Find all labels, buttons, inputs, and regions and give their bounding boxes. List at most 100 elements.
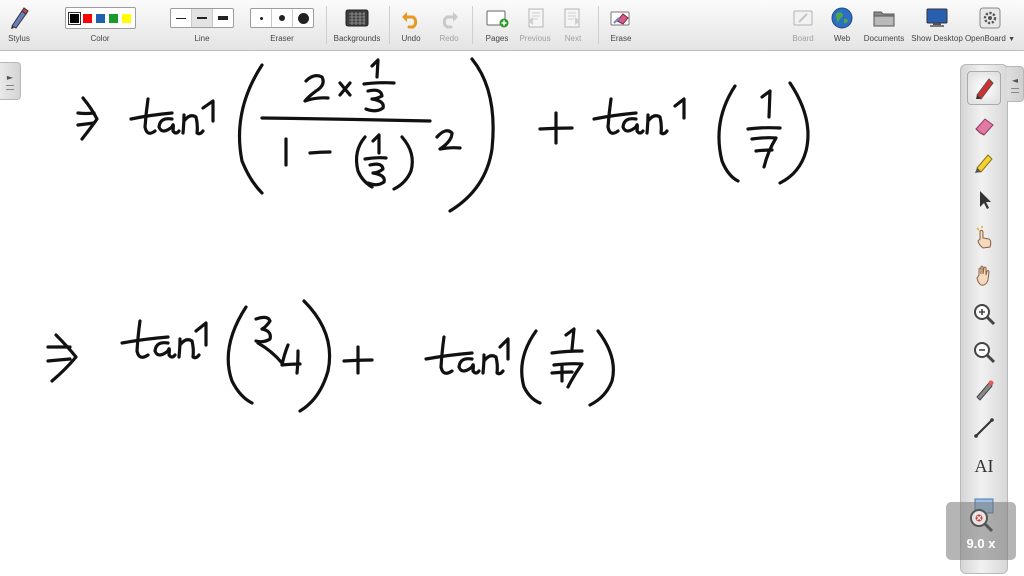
documents-button[interactable]: Documents	[862, 0, 906, 50]
ink-right-paren-1	[448, 57, 495, 213]
stylus-button[interactable]: Stylus	[4, 0, 34, 50]
ink-fraction-3-4	[254, 315, 302, 375]
web-label: Web	[833, 34, 851, 43]
backgrounds-label: Backgrounds	[333, 34, 381, 43]
dropdown-arrow-icon: ▼	[1008, 36, 1016, 43]
stylus-label: Stylus	[8, 34, 30, 43]
color-swatch-yellow[interactable]	[121, 13, 131, 23]
magnifier-overlay[interactable]: 9.0 x	[946, 502, 1016, 560]
magnifier-icon	[970, 509, 994, 533]
ink-left-paren-4	[520, 329, 542, 405]
hand-icon	[976, 265, 990, 286]
eraser-medium-icon	[279, 15, 285, 21]
line-medium-button[interactable]	[192, 9, 213, 27]
board-button[interactable]: Board	[786, 0, 820, 50]
text-tool[interactable]: AI	[967, 449, 1001, 483]
line-tool[interactable]	[967, 411, 1001, 445]
right-panel-toggle[interactable]: ◄	[1007, 66, 1024, 102]
laser-pointer-tool[interactable]	[967, 373, 1001, 407]
eraser-label: Eraser	[270, 34, 294, 43]
zoom-out-tool[interactable]	[967, 335, 1001, 369]
line-medium-icon	[197, 17, 207, 19]
erase-label: Erase	[610, 34, 632, 43]
board-label: Board	[792, 34, 814, 43]
ink-fraction-1-7-b	[550, 327, 584, 389]
gear-icon	[979, 7, 1001, 29]
ink-implies-arrow-2	[46, 333, 78, 383]
grip-icon	[1011, 91, 1019, 93]
line-width-selector	[170, 8, 234, 28]
eraser-tool[interactable]	[967, 109, 1001, 143]
ink-numerator-2x1-3	[303, 58, 396, 113]
color-swatch-red[interactable]	[82, 13, 92, 23]
redo-icon	[442, 12, 458, 29]
toolbar-separator	[598, 6, 599, 44]
zoom-in-tool[interactable]	[967, 297, 1001, 331]
show-desktop-label: Show Desktop	[911, 34, 963, 43]
backgrounds-icon	[345, 9, 369, 27]
backgrounds-button[interactable]: Backgrounds	[330, 0, 384, 50]
undo-button[interactable]: Undo	[396, 0, 426, 50]
documents-label: Documents	[863, 34, 905, 43]
whiteboard-canvas[interactable]	[0, 51, 955, 576]
toolbar-separator	[389, 6, 390, 44]
ink-right-paren-4	[588, 329, 615, 407]
ink-right-paren-3	[298, 299, 332, 413]
handwritten-equations	[46, 57, 810, 413]
ink-fraction-bar-1	[260, 116, 432, 123]
redo-button[interactable]: Redo	[434, 0, 464, 50]
color-swatch-green[interactable]	[108, 13, 118, 23]
erase-button[interactable]: Erase	[604, 0, 638, 50]
line-thick-icon	[218, 16, 228, 20]
pages-button[interactable]: Pages	[480, 0, 514, 50]
ink-plus-1	[538, 111, 574, 145]
line-label: Line	[194, 34, 210, 43]
color-swatch-blue[interactable]	[95, 13, 105, 23]
line-icon	[974, 418, 994, 438]
show-desktop-button[interactable]: Show Desktop	[910, 0, 964, 50]
line-thick-button[interactable]	[213, 9, 233, 27]
highlighter-tool[interactable]	[967, 146, 1001, 180]
pointer-tool[interactable]	[967, 183, 1001, 217]
previous-label: Previous	[519, 34, 551, 43]
line-thin-button[interactable]	[171, 9, 192, 27]
ink-implies-arrow-1	[76, 96, 99, 141]
eraser-group: Eraser	[248, 0, 316, 50]
color-label: Color	[90, 34, 110, 43]
play-tool[interactable]	[967, 221, 1001, 255]
ink-denominator	[284, 129, 462, 191]
undo-label: Undo	[401, 34, 421, 43]
toolbar-separator	[326, 6, 327, 44]
ink-tan-inverse-4	[424, 335, 510, 376]
hand-tool[interactable]	[967, 259, 1001, 293]
openboard-label: OpenBoard ▼	[964, 34, 1016, 43]
web-button[interactable]: Web	[826, 0, 858, 50]
laser-pointer-icon	[976, 380, 994, 401]
redo-label: Redo	[439, 34, 459, 43]
eraser-small-button[interactable]	[251, 9, 272, 27]
highlighter-icon	[975, 154, 993, 173]
eraser-icon	[975, 118, 994, 136]
eraser-large-button[interactable]	[293, 9, 313, 27]
next-page-button[interactable]: Next	[556, 0, 590, 50]
ink-left-paren-2	[717, 84, 740, 183]
line-thin-icon	[176, 17, 186, 19]
pen-tool[interactable]	[967, 71, 1001, 105]
eraser-small-icon	[259, 16, 263, 20]
previous-page-button[interactable]: Previous	[517, 0, 553, 50]
ink-tan-inverse-2	[592, 97, 686, 136]
zoom-in-icon	[974, 304, 996, 326]
ink-right-paren-2	[778, 81, 810, 185]
undo-icon	[402, 12, 418, 29]
eraser-medium-button[interactable]	[272, 9, 293, 27]
color-swatch-black[interactable]	[67, 11, 81, 25]
openboard-menu-button[interactable]: OpenBoard ▼	[964, 0, 1016, 50]
zoom-out-icon	[974, 342, 996, 364]
board-icon	[793, 10, 813, 26]
toolbar-separator	[472, 6, 473, 44]
ink-tan-inverse-3	[120, 319, 208, 360]
next-page-icon	[564, 8, 580, 28]
eraser-size-selector	[250, 8, 314, 28]
globe-icon	[831, 7, 853, 29]
add-page-icon	[486, 10, 509, 28]
